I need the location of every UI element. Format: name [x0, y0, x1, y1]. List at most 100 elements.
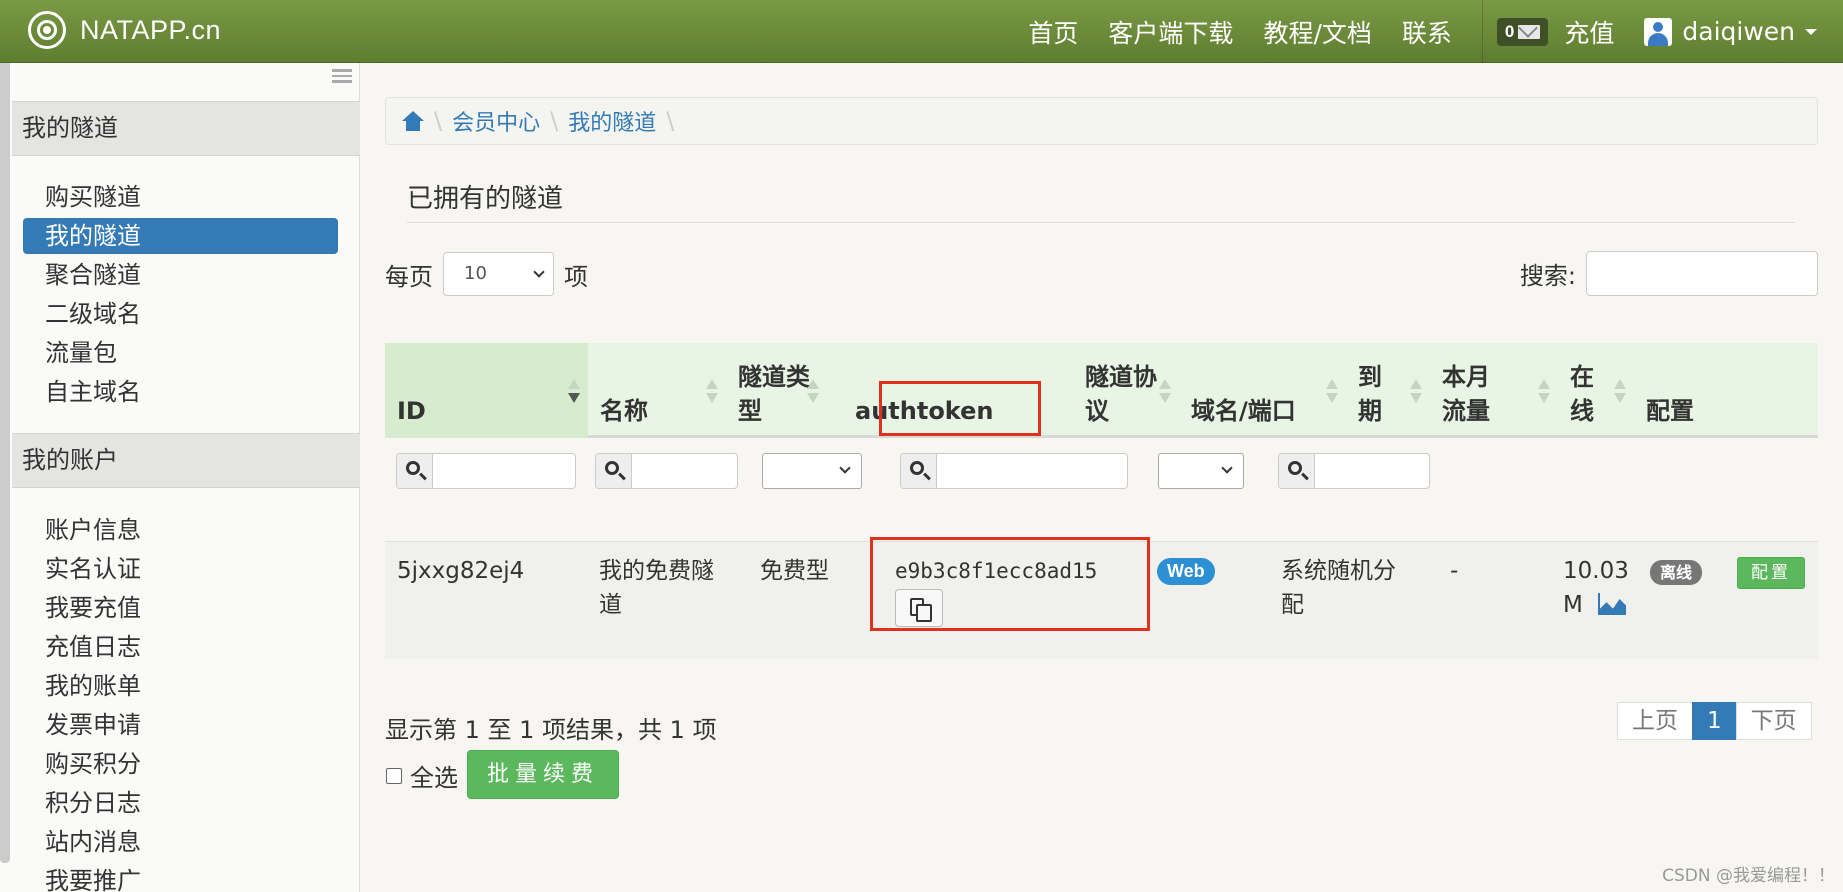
- top-navbar: NATAPP.cn 首页 客户端下载 教程/文档 联系 0 充值 daiqiwe…: [0, 0, 1843, 63]
- filter-id-input[interactable]: [396, 453, 576, 489]
- chevron-down-icon: [839, 462, 851, 474]
- column-header-name[interactable]: 名称: [588, 343, 726, 438]
- breadcrumb-separator: \: [550, 107, 559, 135]
- sidebar-item-subdomain[interactable]: 二级域名: [23, 296, 338, 332]
- divider: [407, 222, 1795, 223]
- search-label: 搜索:: [1519, 262, 1576, 290]
- filter-name-input[interactable]: [595, 453, 738, 489]
- select-all[interactable]: 全选: [386, 758, 458, 793]
- sort-icon: [1614, 379, 1626, 407]
- sidebar-item-account-info[interactable]: 账户信息: [23, 512, 338, 548]
- batch-renew-button[interactable]: 批量续费: [467, 750, 619, 799]
- sidebar-item-traffic-pack[interactable]: 流量包: [23, 335, 338, 371]
- sidebar-item-aggregate-tunnel[interactable]: 聚合隧道: [23, 257, 338, 293]
- sidebar-item-verification[interactable]: 实名认证: [23, 551, 338, 587]
- page-length-select[interactable]: 10: [443, 252, 554, 296]
- search-icon: [1288, 461, 1302, 475]
- search-input[interactable]: [1586, 251, 1818, 296]
- sidebar-item-points-log[interactable]: 积分日志: [23, 785, 338, 821]
- nav-recharge[interactable]: 充值: [1564, 14, 1614, 50]
- online-status-badge: 离线: [1650, 560, 1703, 585]
- column-header-online[interactable]: 在线: [1558, 343, 1634, 438]
- column-header-expire[interactable]: 到期: [1346, 343, 1430, 438]
- column-filters: [385, 441, 1818, 541]
- chevron-down-icon: [1221, 462, 1233, 474]
- nav-divider: [1481, 0, 1483, 63]
- search-icon: [406, 461, 420, 475]
- watermark: CSDN @我爱编程！！: [1662, 866, 1835, 886]
- sidebar-item-recharge[interactable]: 我要充值: [23, 590, 338, 626]
- filter-type-select[interactable]: [762, 453, 862, 489]
- sidebar-item-invoice[interactable]: 发票申请: [23, 707, 338, 743]
- sort-icon: [807, 379, 819, 407]
- column-header-traffic[interactable]: 本月流量: [1430, 343, 1558, 438]
- protocol-badge: Web: [1157, 558, 1215, 585]
- filter-domain-input[interactable]: [1278, 453, 1430, 489]
- sidebar-item-promote[interactable]: 我要推广: [23, 863, 338, 892]
- column-header-id[interactable]: ID: [385, 343, 588, 438]
- table-info: 显示第 1 至 1 项结果，共 1 项: [385, 716, 717, 744]
- config-button[interactable]: 配置: [1737, 557, 1805, 589]
- pagination-page[interactable]: 1: [1692, 702, 1737, 740]
- user-menu[interactable]: daiqiwen: [1644, 17, 1817, 46]
- cell-name: 我的免费隧道: [599, 558, 714, 618]
- filter-addon: [1279, 454, 1315, 488]
- column-header-config: 配置: [1634, 343, 1818, 438]
- envelope-icon: [1518, 24, 1541, 39]
- column-header-label: 域名/端口: [1191, 397, 1296, 425]
- sort-icon: [1538, 379, 1550, 407]
- sidebar-item-my-tunnels[interactable]: 我的隧道: [23, 218, 338, 254]
- brand-name: NATAPP.cn: [80, 14, 222, 45]
- page-length-value: 10: [464, 263, 487, 284]
- column-header-label: 名称: [600, 397, 648, 425]
- sidebar-item-custom-domain[interactable]: 自主域名: [23, 374, 338, 410]
- pagination-prev[interactable]: 上页: [1617, 702, 1693, 740]
- select-all-checkbox[interactable]: [386, 767, 402, 784]
- home-icon[interactable]: [402, 111, 424, 131]
- sort-icon: [1326, 379, 1338, 407]
- filter-protocol-select[interactable]: [1158, 453, 1244, 489]
- sort-icon: [1159, 379, 1171, 407]
- traffic-chart-icon[interactable]: [1598, 593, 1626, 615]
- sidebar-item-bill[interactable]: 我的账单: [23, 668, 338, 704]
- column-header-protocol[interactable]: 隧道协议: [1073, 343, 1179, 438]
- sidebar-item-messages[interactable]: 站内消息: [23, 824, 338, 860]
- username: daiqiwen: [1682, 17, 1795, 46]
- filter-authtoken-input[interactable]: [900, 453, 1128, 489]
- highlight-box: [879, 381, 1041, 436]
- brand-logo[interactable]: NATAPP.cn: [28, 11, 221, 49]
- column-header-label: 配置: [1646, 397, 1694, 425]
- pagination: 上页 1 下页: [1617, 702, 1812, 740]
- sidebar-scrollbar[interactable]: [0, 63, 10, 863]
- filter-addon: [397, 454, 433, 488]
- breadcrumb-separator: \: [666, 107, 675, 135]
- breadcrumb: \ 会员中心 \ 我的隧道 \: [385, 97, 1818, 145]
- cell-type: 免费型: [760, 558, 829, 584]
- messages-button[interactable]: 0: [1496, 17, 1549, 46]
- sidebar-group-tunnels[interactable]: 我的隧道: [12, 101, 360, 156]
- sidebar-item-buy-tunnel[interactable]: 购买隧道: [23, 179, 338, 215]
- column-header-tunnel-type[interactable]: 隧道类型: [726, 343, 827, 438]
- breadcrumb-member-center[interactable]: 会员中心: [452, 105, 540, 137]
- sidebar-group-account[interactable]: 我的账户: [12, 433, 360, 488]
- sidebar-item-buy-points[interactable]: 购买积分: [23, 746, 338, 782]
- page-length-suffix: 项: [564, 262, 588, 291]
- breadcrumb-my-tunnels[interactable]: 我的隧道: [568, 105, 656, 137]
- nav-contact[interactable]: 联系: [1402, 14, 1452, 50]
- cell-expire: -: [1450, 558, 1459, 584]
- nav-client-download[interactable]: 客户端下载: [1108, 14, 1233, 50]
- cell-domain: 系统随机分配: [1281, 558, 1396, 618]
- nav-docs[interactable]: 教程/文档: [1263, 14, 1371, 50]
- pagination-next[interactable]: 下页: [1735, 702, 1812, 740]
- chevron-down-icon: [533, 266, 545, 278]
- filter-addon: [901, 454, 937, 488]
- sidebar-item-recharge-log[interactable]: 充值日志: [23, 629, 338, 665]
- sidebar-collapse-icon[interactable]: [332, 69, 352, 83]
- column-header-label: 隧道类型: [738, 363, 810, 425]
- filter-addon: [596, 454, 632, 488]
- column-header-domain-port[interactable]: 域名/端口: [1179, 343, 1346, 438]
- nav-home[interactable]: 首页: [1028, 14, 1078, 50]
- column-header-label: 到期: [1358, 363, 1382, 425]
- sort-icon: [1410, 379, 1422, 407]
- search-icon: [910, 461, 924, 475]
